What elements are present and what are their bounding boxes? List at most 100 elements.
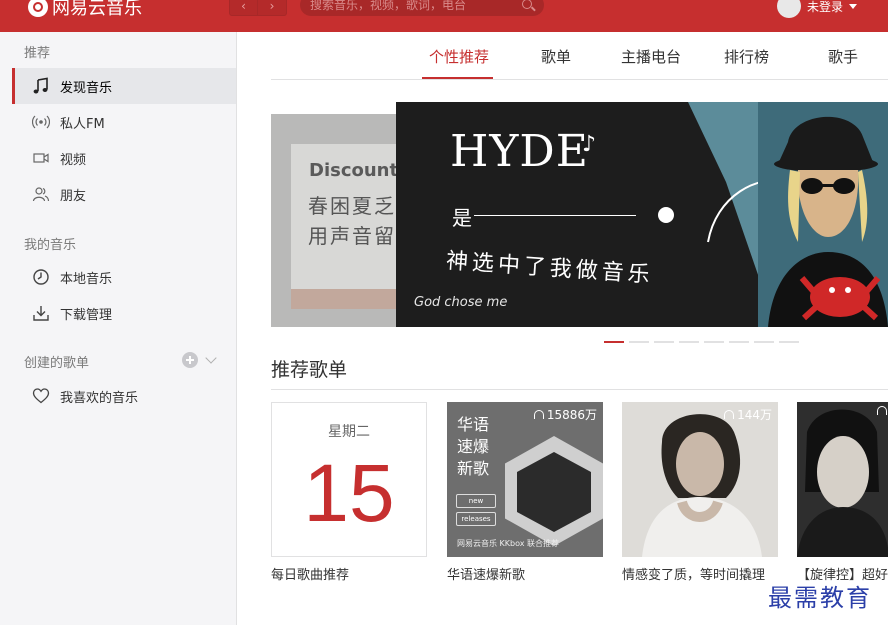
daily-weekday: 星期二: [328, 424, 370, 440]
sidebar-item-video[interactable]: 视频: [12, 140, 236, 176]
playlist-card-emotion[interactable]: 144万 情感变了质，等时间撬理: [622, 402, 778, 586]
banner-title: HYDE: [450, 126, 589, 177]
heart-icon: [32, 387, 50, 405]
playlist-card-melody[interactable]: 【旋律控】超好: [797, 402, 888, 586]
artist-photo: [758, 102, 888, 327]
play-count: 144万: [724, 406, 772, 423]
sidebar-item-private-fm[interactable]: 私人FM: [12, 104, 236, 140]
user-menu[interactable]: 未登录: [777, 0, 858, 18]
sidebar-item-downloads[interactable]: 下载管理: [12, 295, 236, 331]
banner-prev-bar: [291, 289, 401, 309]
sidebar-item-label: 朋友: [60, 188, 87, 204]
headphones-icon: [533, 410, 544, 419]
title-bar: 网易云音乐 ‹ › 搜索音乐，视频，歌词，电台 未登录: [0, 0, 888, 32]
video-icon: [32, 149, 50, 167]
sidebar-item-local-music[interactable]: 本地音乐: [12, 259, 236, 295]
cover-pill-releases: releases: [456, 512, 496, 526]
banner-dot-6[interactable]: [729, 341, 749, 343]
back-button[interactable]: ‹: [229, 0, 258, 16]
cover-pill-new: new: [456, 494, 496, 508]
history-nav: ‹ ›: [229, 0, 287, 16]
banner-dot-3[interactable]: [654, 341, 674, 343]
tab-playlists[interactable]: 歌单: [541, 46, 571, 67]
section-title-recommended-playlists[interactable]: 推荐歌单: [271, 355, 347, 382]
friends-icon: [32, 185, 50, 203]
banner-text-shi: 是: [452, 206, 472, 230]
sidebar-item-label: 视频: [60, 152, 87, 168]
banner-current-slide[interactable]: HYDE ♪ 是 神选中了我做音乐 God chose me: [396, 102, 888, 327]
sidebar-item-label: 本地音乐: [60, 271, 113, 287]
headphones-icon: [724, 410, 735, 419]
sidebar-item-discover-music[interactable]: 发现音乐: [12, 68, 236, 104]
tab-bar: 个性推荐 歌单 主播电台 排行榜 歌手: [271, 32, 888, 80]
search-input[interactable]: 搜索音乐，视频，歌词，电台: [300, 0, 544, 16]
sidebar-item-label: 发现音乐: [60, 80, 113, 96]
clock-icon: [32, 268, 50, 286]
playlist-cover[interactable]: 华语 速爆 新歌 new releases 网易云音乐 KKbox 联合推荐 1…: [447, 402, 603, 557]
search-icon[interactable]: [522, 0, 532, 9]
search-placeholder: 搜索音乐，视频，歌词，电台: [310, 0, 467, 12]
tab-radio[interactable]: 主播电台: [621, 46, 681, 67]
playlist-card-daily[interactable]: 星期二 15 每日歌曲推荐: [271, 402, 427, 586]
banner-pagination: [604, 341, 804, 343]
banner-prev-text-3: 用声音留: [308, 224, 396, 248]
avatar[interactable]: [777, 0, 801, 18]
banner-prev-slide[interactable]: Discount 春困夏乏 用声音留: [271, 114, 401, 327]
music-note-icon: [32, 77, 50, 95]
banner-dot-8[interactable]: [779, 341, 799, 343]
radio-icon: [32, 113, 50, 131]
playlist-caption[interactable]: 每日歌曲推荐: [271, 566, 427, 586]
cover-title: 华语 速爆 新歌: [457, 414, 489, 480]
daily-date: 15: [303, 448, 395, 539]
section-title-my-music: 我的音乐: [24, 238, 77, 253]
banner-dot-4[interactable]: [679, 341, 699, 343]
play-count: [877, 406, 888, 415]
forward-button[interactable]: ›: [258, 0, 287, 16]
app-window: 网易云音乐 ‹ › 搜索音乐，视频，歌词，电台 未登录 推荐 发现音乐 私人FM…: [0, 0, 888, 625]
cover-title-line-2: 速爆: [457, 437, 490, 456]
play-count-value: 15886万: [546, 408, 597, 422]
banner-prev-text-2: 春困夏乏: [308, 194, 396, 218]
playlist-card-chinese-new[interactable]: 华语 速爆 新歌 new releases 网易云音乐 KKbox 联合推荐 1…: [447, 402, 603, 586]
tab-personal-recommend[interactable]: 个性推荐: [429, 46, 489, 67]
login-status[interactable]: 未登录: [807, 0, 843, 15]
banner-line: [474, 215, 636, 216]
app-title: 网易云音乐: [52, 0, 142, 19]
netease-logo-icon: [28, 0, 48, 17]
play-count-value: 144万: [737, 408, 772, 422]
banner-dot-7[interactable]: [754, 341, 774, 343]
sidebar-item-friends[interactable]: 朋友: [12, 176, 236, 212]
playlist-caption[interactable]: 华语速爆新歌: [447, 566, 603, 586]
banner-dot: [658, 207, 674, 223]
download-icon: [32, 304, 50, 322]
music-note-icon: ♪: [582, 132, 597, 157]
section-title-recommend: 推荐: [24, 46, 51, 61]
app-logo[interactable]: 网易云音乐: [28, 0, 142, 20]
sidebar: 推荐 发现音乐 私人FM 视频 朋友 我的音乐 本地音乐 下载管理 创建的歌单 …: [0, 32, 237, 625]
banner-dot-1[interactable]: [604, 341, 624, 343]
sidebar-item-label: 私人FM: [60, 116, 105, 132]
tab-charts[interactable]: 排行榜: [724, 46, 769, 67]
cover-title-line-1: 华语: [457, 415, 490, 434]
playlist-cover[interactable]: [797, 402, 888, 557]
chevron-down-icon[interactable]: [205, 352, 217, 364]
active-tab-indicator: [422, 77, 493, 79]
section-title-created-playlists: 创建的歌单: [24, 356, 90, 371]
playlist-cover[interactable]: 144万: [622, 402, 778, 557]
cover-footer: 网易云音乐 KKbox 联合推荐: [457, 539, 560, 548]
section-divider: [271, 389, 888, 390]
cover-title-line-3: 新歌: [457, 459, 490, 478]
banner-prev-text-1: Discount: [309, 160, 399, 181]
caret-down-icon[interactable]: [849, 3, 858, 9]
banner-dot-2[interactable]: [629, 341, 649, 343]
main-content: 个性推荐 歌单 主播电台 排行榜 歌手 Discount 春困夏乏 用声音留 H…: [238, 32, 888, 625]
cover-photo: [622, 402, 778, 557]
banner-dot-5[interactable]: [704, 341, 724, 343]
playlist-caption[interactable]: 情感变了质，等时间撬理: [622, 566, 778, 586]
add-playlist-icon[interactable]: [182, 352, 198, 368]
sidebar-item-label: 下载管理: [60, 307, 113, 323]
tab-artists[interactable]: 歌手: [828, 46, 858, 67]
sidebar-item-liked-music[interactable]: 我喜欢的音乐: [12, 378, 236, 414]
watermark: 最需教育: [768, 584, 872, 612]
playlist-cover[interactable]: 星期二 15: [271, 402, 427, 557]
